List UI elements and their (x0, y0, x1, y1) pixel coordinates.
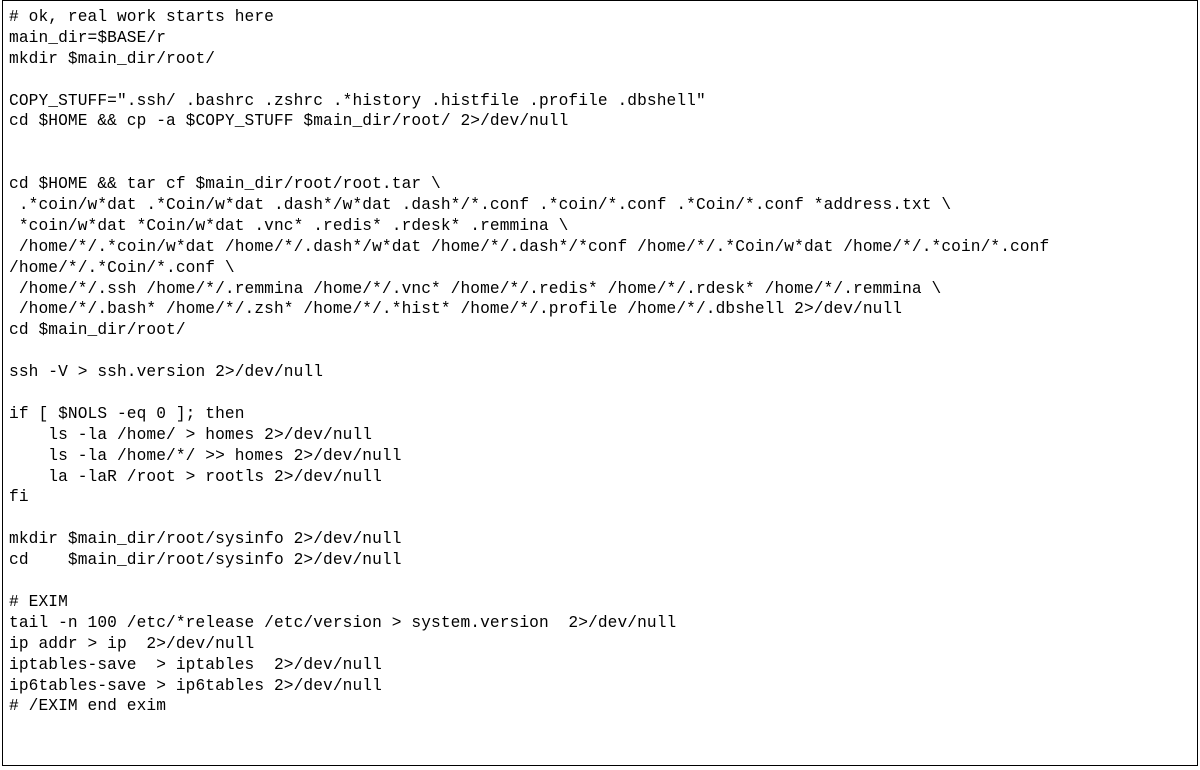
shell-script-code: # ok, real work starts here main_dir=$BA… (3, 1, 1197, 717)
code-container: # ok, real work starts here main_dir=$BA… (2, 0, 1198, 766)
